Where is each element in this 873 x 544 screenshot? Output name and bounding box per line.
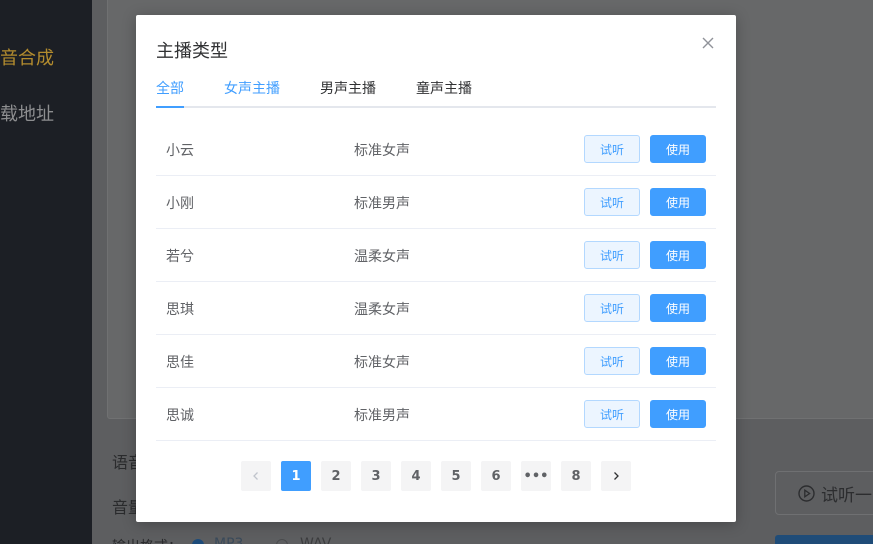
- chevron-left-icon: [253, 472, 258, 480]
- sidebar-item-speech-synthesis[interactable]: 音合成: [0, 44, 54, 70]
- preview-button-label: 试听一: [821, 485, 872, 506]
- submit-button[interactable]: [775, 535, 873, 544]
- list-item: 若兮 温柔女声 试听 使用: [156, 229, 716, 282]
- page-ellipsis-button[interactable]: •••: [521, 461, 551, 491]
- use-button[interactable]: 使用: [650, 241, 706, 269]
- use-button[interactable]: 使用: [650, 294, 706, 322]
- tab-male[interactable]: 男声主播: [320, 79, 376, 108]
- active-tab-indicator: [156, 106, 184, 108]
- voice-tabs: 全部 女声主播 男声主播 童声主播: [156, 79, 716, 108]
- voice-type: 标准男声: [354, 196, 410, 212]
- voice-name: 思琪: [166, 302, 194, 318]
- tab-all[interactable]: 全部: [156, 79, 184, 108]
- tab-child[interactable]: 童声主播: [416, 79, 472, 108]
- page-button-1[interactable]: 1: [281, 461, 311, 491]
- voice-name: 小刚: [166, 196, 194, 212]
- sidebar: 音合成 载地址: [0, 0, 92, 544]
- list-item: 思琪 温柔女声 试听 使用: [156, 282, 716, 335]
- prev-page-button[interactable]: [241, 461, 271, 491]
- page-button-2[interactable]: 2: [321, 461, 351, 491]
- output-format-label: 输出格式：: [112, 536, 182, 544]
- format-radio-mp3-label: MP3: [214, 536, 244, 544]
- chevron-right-icon: [614, 472, 619, 480]
- format-radio-wav-label: WAV: [300, 536, 332, 544]
- page-button-5[interactable]: 5: [441, 461, 471, 491]
- voice-type: 标准男声: [354, 408, 410, 424]
- voice-name: 若兮: [166, 249, 194, 265]
- voice-name: 小云: [166, 143, 194, 159]
- listen-button[interactable]: 试听: [584, 294, 640, 322]
- voice-list: 小云 标准女声 试听 使用 小刚 标准男声 试听 使用 若兮 温柔女声 试听 使…: [156, 123, 716, 441]
- next-page-button[interactable]: [601, 461, 631, 491]
- page-button-3[interactable]: 3: [361, 461, 391, 491]
- listen-button[interactable]: 试听: [584, 400, 640, 428]
- list-item: 思诚 标准男声 试听 使用: [156, 388, 716, 441]
- voice-name: 思佳: [166, 355, 194, 371]
- voice-type: 温柔女声: [354, 249, 410, 265]
- tab-female[interactable]: 女声主播: [224, 79, 280, 108]
- listen-button[interactable]: 试听: [584, 188, 640, 216]
- dialog-title: 主播类型: [156, 41, 228, 62]
- voice-type: 标准女声: [354, 355, 410, 371]
- list-item: 小云 标准女声 试听 使用: [156, 123, 716, 176]
- preview-button[interactable]: 试听一: [775, 471, 873, 515]
- format-radio-mp3[interactable]: [192, 539, 204, 544]
- voice-type: 温柔女声: [354, 302, 410, 318]
- use-button[interactable]: 使用: [650, 347, 706, 375]
- page-button-4[interactable]: 4: [401, 461, 431, 491]
- list-item: 小刚 标准男声 试听 使用: [156, 176, 716, 229]
- play-circle-icon: [798, 484, 815, 502]
- use-button[interactable]: 使用: [650, 400, 706, 428]
- pagination: 1 2 3 4 5 6 ••• 8: [241, 461, 631, 491]
- format-radio-wav[interactable]: [276, 539, 288, 544]
- voice-name: 思诚: [166, 408, 194, 424]
- list-item: 思佳 标准女声 试听 使用: [156, 335, 716, 388]
- voice-type: 标准女声: [354, 143, 410, 159]
- voice-type-dialog: 主播类型 全部 女声主播 男声主播 童声主播 小云 标准女声 试听 使用 小刚 …: [136, 15, 736, 522]
- sidebar-item-download-address[interactable]: 载地址: [0, 100, 54, 126]
- page-button-6[interactable]: 6: [481, 461, 511, 491]
- close-icon[interactable]: [701, 36, 715, 50]
- use-button[interactable]: 使用: [650, 188, 706, 216]
- listen-button[interactable]: 试听: [584, 347, 640, 375]
- listen-button[interactable]: 试听: [584, 241, 640, 269]
- page-button-8[interactable]: 8: [561, 461, 591, 491]
- use-button[interactable]: 使用: [650, 135, 706, 163]
- listen-button[interactable]: 试听: [584, 135, 640, 163]
